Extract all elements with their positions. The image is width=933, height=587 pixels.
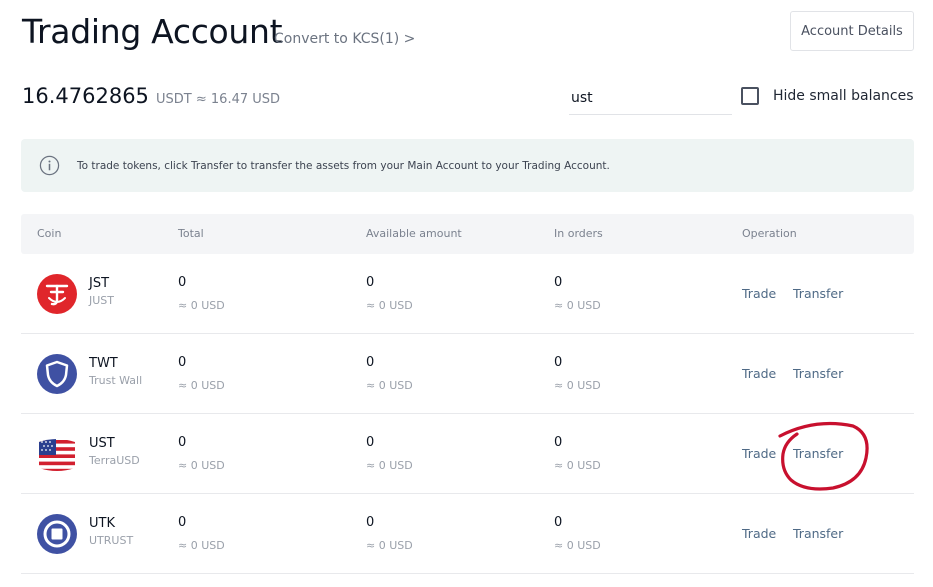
transfer-link[interactable]: Transfer	[793, 286, 843, 301]
trade-link[interactable]: Trade	[742, 366, 776, 381]
total-value: 0	[178, 515, 187, 530]
table-row: UTK UTRUST 0 ≈ 0 USD 0 ≈ 0 USD 0 ≈ 0 USD…	[21, 494, 914, 574]
table-header: Coin Total Available amount In orders Op…	[21, 214, 914, 254]
hide-small-balances-label: Hide small balances	[773, 88, 914, 104]
table-row: TWT Trust Wall 0 ≈ 0 USD 0 ≈ 0 USD 0 ≈ 0…	[21, 334, 914, 414]
table-row: JST JUST 0 ≈ 0 USD 0 ≈ 0 USD 0 ≈ 0 USD T…	[21, 254, 914, 334]
twt-shield-icon	[37, 354, 77, 394]
total-value: 0	[178, 435, 187, 450]
available-value: 0	[366, 435, 375, 450]
coin-name: Trust Wall	[89, 374, 143, 387]
info-icon	[39, 155, 60, 176]
page-title: Trading Account	[22, 12, 283, 51]
transfer-link[interactable]: Transfer	[793, 446, 843, 461]
coin-symbol: UST	[89, 436, 115, 451]
coin-name: TerraUSD	[89, 454, 140, 467]
in-orders-usd: ≈ 0 USD	[554, 299, 601, 312]
transfer-link[interactable]: Transfer	[793, 366, 843, 381]
in-orders-value: 0	[554, 435, 563, 450]
column-header-coin: Coin	[37, 227, 62, 240]
total-usd: ≈ 0 USD	[178, 299, 225, 312]
in-orders-usd: ≈ 0 USD	[554, 539, 601, 552]
available-usd: ≈ 0 USD	[366, 379, 413, 392]
transfer-link[interactable]: Transfer	[793, 526, 843, 541]
in-orders-value: 0	[554, 355, 563, 370]
account-details-button[interactable]: Account Details	[790, 11, 914, 51]
column-header-in-orders: In orders	[554, 227, 603, 240]
table-row: UST TerraUSD 0 ≈ 0 USD 0 ≈ 0 USD 0 ≈ 0 U…	[21, 414, 914, 494]
total-value: 0	[178, 275, 187, 290]
jst-coin-icon	[37, 274, 77, 314]
column-header-total: Total	[178, 227, 204, 240]
coin-symbol: JST	[89, 276, 110, 291]
convert-to-kcs-link[interactable]: Convert to KCS(1) >	[274, 31, 415, 47]
available-usd: ≈ 0 USD	[366, 539, 413, 552]
in-orders-usd: ≈ 0 USD	[554, 459, 601, 472]
total-usd: ≈ 0 USD	[178, 379, 225, 392]
utk-coin-icon	[37, 514, 77, 554]
in-orders-usd: ≈ 0 USD	[554, 379, 601, 392]
available-usd: ≈ 0 USD	[366, 459, 413, 472]
coin-name: JUST	[89, 294, 114, 307]
hide-small-balances-checkbox[interactable]	[741, 87, 759, 105]
info-notice: To trade tokens, click Transfer to trans…	[21, 139, 914, 192]
available-value: 0	[366, 515, 375, 530]
total-balance: 16.4762865 USDT ≈ 16.47 USD	[22, 84, 280, 108]
in-orders-value: 0	[554, 275, 563, 290]
trade-link[interactable]: Trade	[742, 526, 776, 541]
trade-link[interactable]: Trade	[742, 446, 776, 461]
in-orders-value: 0	[554, 515, 563, 530]
ust-flag-icon	[39, 439, 75, 471]
coin-search-input[interactable]	[569, 82, 732, 115]
column-header-operation: Operation	[742, 227, 797, 240]
available-value: 0	[366, 355, 375, 370]
notice-text: To trade tokens, click Transfer to trans…	[77, 159, 610, 172]
balance-amount: 16.4762865	[22, 84, 149, 108]
available-value: 0	[366, 275, 375, 290]
coin-symbol: UTK	[89, 516, 115, 531]
coin-symbol: TWT	[89, 356, 118, 371]
total-value: 0	[178, 355, 187, 370]
coin-name: UTRUST	[89, 534, 134, 547]
total-usd: ≈ 0 USD	[178, 459, 225, 472]
total-usd: ≈ 0 USD	[178, 539, 225, 552]
column-header-available: Available amount	[366, 227, 462, 240]
available-usd: ≈ 0 USD	[366, 299, 413, 312]
trade-link[interactable]: Trade	[742, 286, 776, 301]
hide-small-balances-toggle[interactable]: Hide small balances	[741, 87, 914, 105]
balance-unit: USDT ≈ 16.47 USD	[156, 92, 281, 107]
